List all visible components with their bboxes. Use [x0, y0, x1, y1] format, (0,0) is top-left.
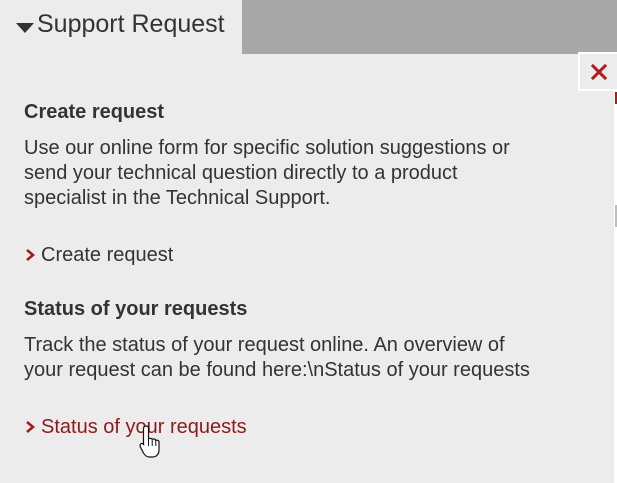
section-heading-create: Create request	[24, 101, 165, 123]
caret-down-icon	[16, 23, 34, 33]
create-request-link[interactable]: Create request	[24, 243, 584, 267]
section-heading-status: Status of your requests	[24, 298, 248, 320]
tab-label: Support Request	[37, 10, 225, 38]
tab-support-request[interactable]: Support Request	[0, 0, 242, 54]
close-icon	[590, 63, 607, 80]
section-description-create: Use our online form for specific solutio…	[24, 137, 510, 209]
section-description-status: Track the status of your request online.…	[24, 334, 530, 381]
status-requests-link[interactable]: Status of your requests	[24, 415, 584, 439]
chevron-right-icon	[26, 249, 36, 261]
create-request-link-label: Create request	[41, 244, 174, 266]
close-button[interactable]	[578, 52, 617, 91]
chevron-right-icon	[26, 421, 36, 433]
support-panel: Create request Use our online form for s…	[24, 100, 584, 439]
tab-bar: Support Request	[0, 0, 617, 54]
status-requests-link-label: Status of your requests	[41, 416, 247, 438]
